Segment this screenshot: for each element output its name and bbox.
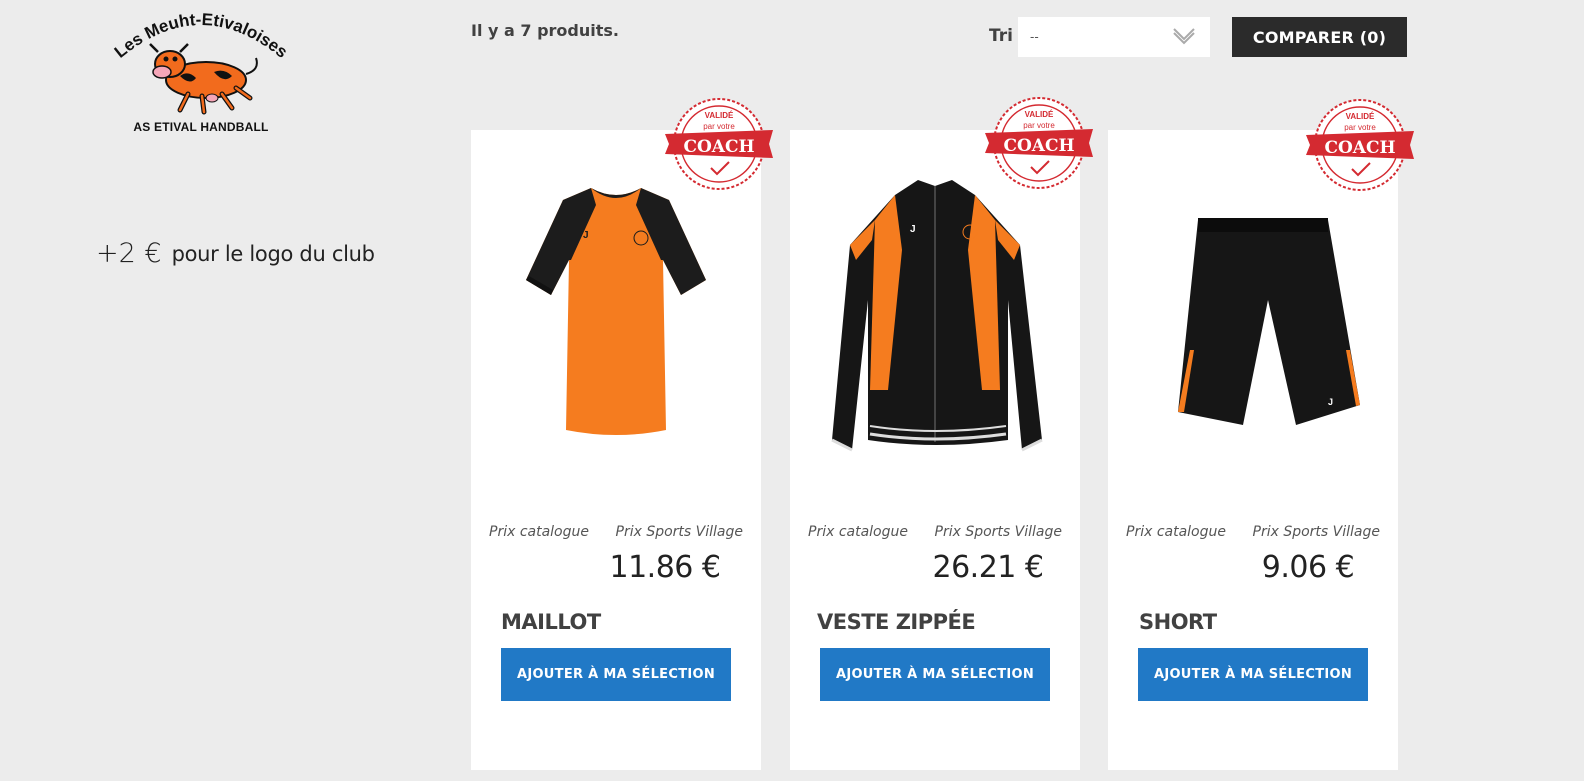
logo-subtitle: AS ETIVAL HANDBALL	[133, 120, 269, 134]
add-to-selection-button[interactable]: AJOUTER À MA SÉLECTION	[820, 648, 1050, 701]
logo-arc-text: Les Meuht-Etivaloises	[111, 10, 291, 62]
product-price: 9.06 €	[1261, 550, 1355, 585]
product-price: 11.86 €	[609, 550, 721, 585]
svg-text:COACH: COACH	[683, 137, 754, 157]
product-image[interactable]: J	[810, 150, 1060, 480]
svg-text:COACH: COACH	[1324, 138, 1395, 158]
store-price-label: Prix Sports Village	[1252, 524, 1380, 540]
promo-description: pour le logo du club	[171, 241, 375, 266]
product-image[interactable]: J	[491, 150, 741, 480]
coach-badge-icon: VALIDÉ par votre COACH	[665, 98, 773, 190]
product-image[interactable]: J	[1128, 150, 1378, 480]
svg-text:par votre: par votre	[1344, 123, 1376, 132]
add-to-selection-button[interactable]: AJOUTER À MA SÉLECTION	[1138, 648, 1368, 701]
svg-text:VALIDÉ: VALIDÉ	[1025, 110, 1054, 119]
svg-text:J: J	[1328, 397, 1333, 407]
logo-promo-text: +2 € pour le logo du club	[96, 238, 375, 269]
product-price: 26.21 €	[932, 550, 1044, 585]
svg-text:par votre: par votre	[703, 122, 735, 131]
sort-label: Tri	[989, 26, 1013, 46]
store-price-label: Prix Sports Village	[934, 524, 1062, 540]
product-card: J Prix catalogue Prix Sports Village 26.…	[790, 130, 1080, 770]
product-card: J Prix catalogue Prix Sports Village 11.…	[471, 130, 761, 770]
svg-text:J: J	[583, 230, 589, 241]
compare-button[interactable]: COMPARER (0)	[1232, 17, 1407, 57]
svg-text:par votre: par votre	[1023, 121, 1055, 130]
cow-logo-icon: Les Meuht-Etivaloises	[111, 10, 291, 115]
store-price-label: Prix Sports Village	[615, 524, 743, 540]
product-name[interactable]: VESTE ZIPPÉE	[817, 610, 976, 634]
coach-badge-icon: VALIDÉ par votre COACH	[985, 97, 1093, 189]
product-count: Il y a 7 produits.	[471, 21, 619, 40]
product-name[interactable]: MAILLOT	[501, 610, 601, 634]
catalog-price-label: Prix catalogue	[489, 524, 589, 540]
sort-select[interactable]: --	[1018, 17, 1210, 57]
catalog-price-label: Prix catalogue	[808, 524, 908, 540]
chevron-down-icon	[1173, 28, 1195, 45]
product-name[interactable]: SHORT	[1139, 610, 1217, 634]
coach-badge-icon: VALIDÉ par votre COACH	[1306, 99, 1414, 191]
club-logo[interactable]: Les Meuht-Etivaloises AS ETIVAL HANDBALL	[96, 6, 306, 141]
sort-selected-value: --	[1030, 29, 1039, 44]
catalog-price-label: Prix catalogue	[1126, 524, 1226, 540]
svg-text:COACH: COACH	[1003, 136, 1074, 156]
svg-text:J: J	[910, 224, 916, 235]
product-card: J Prix catalogue Prix Sports Village 9.0…	[1108, 130, 1398, 770]
promo-amount: +2 €	[96, 238, 162, 269]
add-to-selection-button[interactable]: AJOUTER À MA SÉLECTION	[501, 648, 731, 701]
svg-text:VALIDÉ: VALIDÉ	[705, 111, 734, 120]
svg-text:VALIDÉ: VALIDÉ	[1346, 112, 1375, 121]
